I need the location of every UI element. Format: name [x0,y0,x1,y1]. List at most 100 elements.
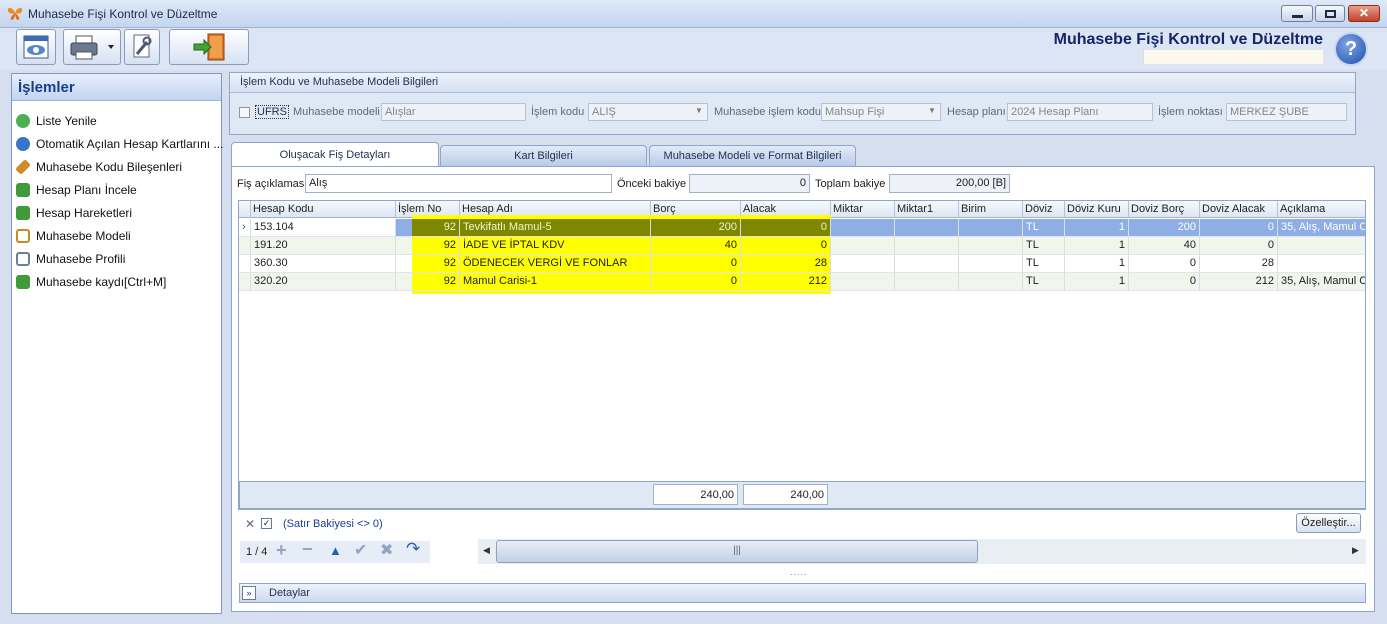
scroll-left-icon[interactable]: ◀ [483,545,490,556]
col-birim[interactable]: Birim [959,201,1023,218]
cell-miktar[interactable] [831,219,895,237]
cell-borc[interactable]: 0 [651,273,741,291]
col-miktar1[interactable]: Miktar1 [895,201,959,218]
cell-doviz[interactable]: TL [1023,219,1065,237]
fis-aciklama-input[interactable]: Alış [305,174,612,193]
cell-doviz-borc[interactable]: 40 [1129,237,1200,255]
cell-miktar[interactable] [831,237,895,255]
cell-doviz-kuru[interactable]: 1 [1065,273,1129,291]
delete-record-icon[interactable]: − [302,539,313,560]
scroll-thumb[interactable]: ||| [496,540,978,563]
cell-alacak[interactable]: 28 [741,255,831,273]
hesap-plani-field[interactable]: 2024 Hesap Planı [1007,103,1153,121]
fis-detay-grid[interactable]: Hesap Kodu İşlem No Hesap Adı Borç Alaca… [238,200,1366,510]
cell-miktar1[interactable] [895,237,959,255]
sidebar-item-muhasebe-kaydi[interactable]: Muhasebe kaydı[Ctrl+M] [16,273,166,291]
tab-fis-detaylari[interactable]: Oluşacak Fiş Detayları [231,142,439,168]
cell-doviz[interactable]: TL [1023,237,1065,255]
cell-hesap-kodu[interactable]: 191.20 [251,237,396,255]
cell-aciklama[interactable] [1278,255,1365,273]
cell-hesap-adi[interactable]: Mamul Carisi-1 [460,273,651,291]
cell-borc[interactable]: 200 [651,219,741,237]
help-button[interactable]: ? [1334,32,1368,66]
cell-birim[interactable] [959,219,1023,237]
cell-alacak[interactable]: 0 [741,237,831,255]
cell-alacak[interactable]: 0 [741,219,831,237]
cell-islem-no[interactable]: 92 [396,219,460,237]
sidebar-item-muhasebe-modeli[interactable]: Muhasebe Modeli [16,227,131,245]
sidebar-item-otomatik-hesap[interactable]: Otomatik Açılan Hesap Kartlarını ... [16,135,223,153]
cell-doviz[interactable]: TL [1023,273,1065,291]
clear-filter-icon[interactable]: ✕ [245,517,255,531]
sidebar-item-muhasebe-profili[interactable]: Muhasebe Profili [16,250,125,268]
add-record-icon[interactable]: + [276,540,287,561]
filter-text[interactable]: (Satır Bakiyesi <> 0) [283,518,383,530]
cell-hesap-kodu[interactable]: 320.20 [251,273,396,291]
cell-hesap-adi[interactable]: ÖDENECEK VERGİ VE FONLAR [460,255,651,273]
cell-doviz-alacak[interactable]: 0 [1200,237,1278,255]
cell-birim[interactable] [959,237,1023,255]
ufrs-checkbox[interactable] [239,107,250,118]
exit-button[interactable] [169,29,249,65]
cell-aciklama[interactable]: 35, Alış, Mamul Ca [1278,273,1365,291]
detaylar-bar[interactable]: » Detaylar [239,583,1366,603]
col-doviz-alacak[interactable]: Doviz Alacak [1200,201,1278,218]
minimize-button[interactable] [1281,5,1313,22]
cell-miktar1[interactable] [895,219,959,237]
scroll-right-icon[interactable]: ▶ [1352,545,1359,556]
col-doviz[interactable]: Döviz [1023,201,1065,218]
table-row[interactable]: 191.20 92 İADE VE İPTAL KDV 40 0 TL 1 40… [239,237,1365,255]
preview-button[interactable] [16,29,56,65]
print-button[interactable] [63,29,121,65]
islem-kodu-select[interactable]: ALIŞ [588,103,708,121]
maximize-button[interactable] [1315,5,1345,22]
cell-doviz-kuru[interactable]: 1 [1065,237,1129,255]
cell-hesap-adi[interactable]: Tevkifatlı Mamul-5 [460,219,651,237]
tab-model-format[interactable]: Muhasebe Modeli ve Format Bilgileri [649,145,856,166]
cell-hesap-kodu[interactable]: 360.30 [251,255,396,273]
cell-doviz-borc[interactable]: 200 [1129,219,1200,237]
cell-doviz[interactable]: TL [1023,255,1065,273]
table-row[interactable]: 360.30 92 ÖDENECEK VERGİ VE FONLAR 0 28 … [239,255,1365,273]
islem-noktasi-field[interactable]: MERKEZ ŞUBE [1226,103,1347,121]
col-aciklama[interactable]: Açıklama [1278,201,1365,218]
table-row[interactable]: › 153.104 92 Tevkifatlı Mamul-5 200 0 TL… [239,219,1365,237]
model-field[interactable]: Alışlar [381,103,526,121]
settings-button[interactable] [124,29,160,65]
cell-miktar1[interactable] [895,255,959,273]
confirm-icon[interactable]: ✔ [354,540,367,560]
cell-hesap-kodu[interactable]: 153.104 [251,219,396,237]
tab-kart-bilgileri[interactable]: Kart Bilgileri [440,145,647,166]
cell-miktar1[interactable] [895,273,959,291]
cell-islem-no[interactable]: 92 [396,255,460,273]
move-up-icon[interactable]: ▲ [329,543,342,558]
cell-doviz-alacak[interactable]: 0 [1200,219,1278,237]
cell-doviz-borc[interactable]: 0 [1129,273,1200,291]
cell-miktar[interactable] [831,255,895,273]
cell-birim[interactable] [959,255,1023,273]
expand-down-icon[interactable]: » [242,586,256,600]
sidebar-item-hesap-plani[interactable]: Hesap Planı İncele [16,181,137,199]
col-doviz-kuru[interactable]: Döviz Kuru [1065,201,1129,218]
cell-doviz-alacak[interactable]: 28 [1200,255,1278,273]
cell-alacak[interactable]: 212 [741,273,831,291]
cell-aciklama[interactable]: 35, Alış, Mamul Ca [1278,219,1365,237]
col-hesap-kodu[interactable]: Hesap Kodu [251,201,396,218]
cell-doviz-borc[interactable]: 0 [1129,255,1200,273]
cell-borc[interactable]: 40 [651,237,741,255]
cell-borc[interactable]: 0 [651,255,741,273]
sidebar-item-hesap-hareketleri[interactable]: Hesap Hareketleri [16,204,132,222]
cell-doviz-alacak[interactable]: 212 [1200,273,1278,291]
sidebar-item-liste-yenile[interactable]: Liste Yenile [16,112,97,130]
cell-miktar[interactable] [831,273,895,291]
table-row[interactable]: 320.20 92 Mamul Carisi-1 0 212 TL 1 0 21… [239,273,1365,291]
cell-aciklama[interactable] [1278,237,1365,255]
col-miktar[interactable]: Miktar [831,201,895,218]
cell-islem-no[interactable]: 92 [396,273,460,291]
close-button[interactable]: ✕ [1348,5,1380,22]
cell-birim[interactable] [959,273,1023,291]
splitter-grip[interactable]: ..... [790,567,808,577]
filter-checkbox[interactable]: ✓ [261,518,272,529]
cell-hesap-adi[interactable]: İADE VE İPTAL KDV [460,237,651,255]
cell-doviz-kuru[interactable]: 1 [1065,219,1129,237]
